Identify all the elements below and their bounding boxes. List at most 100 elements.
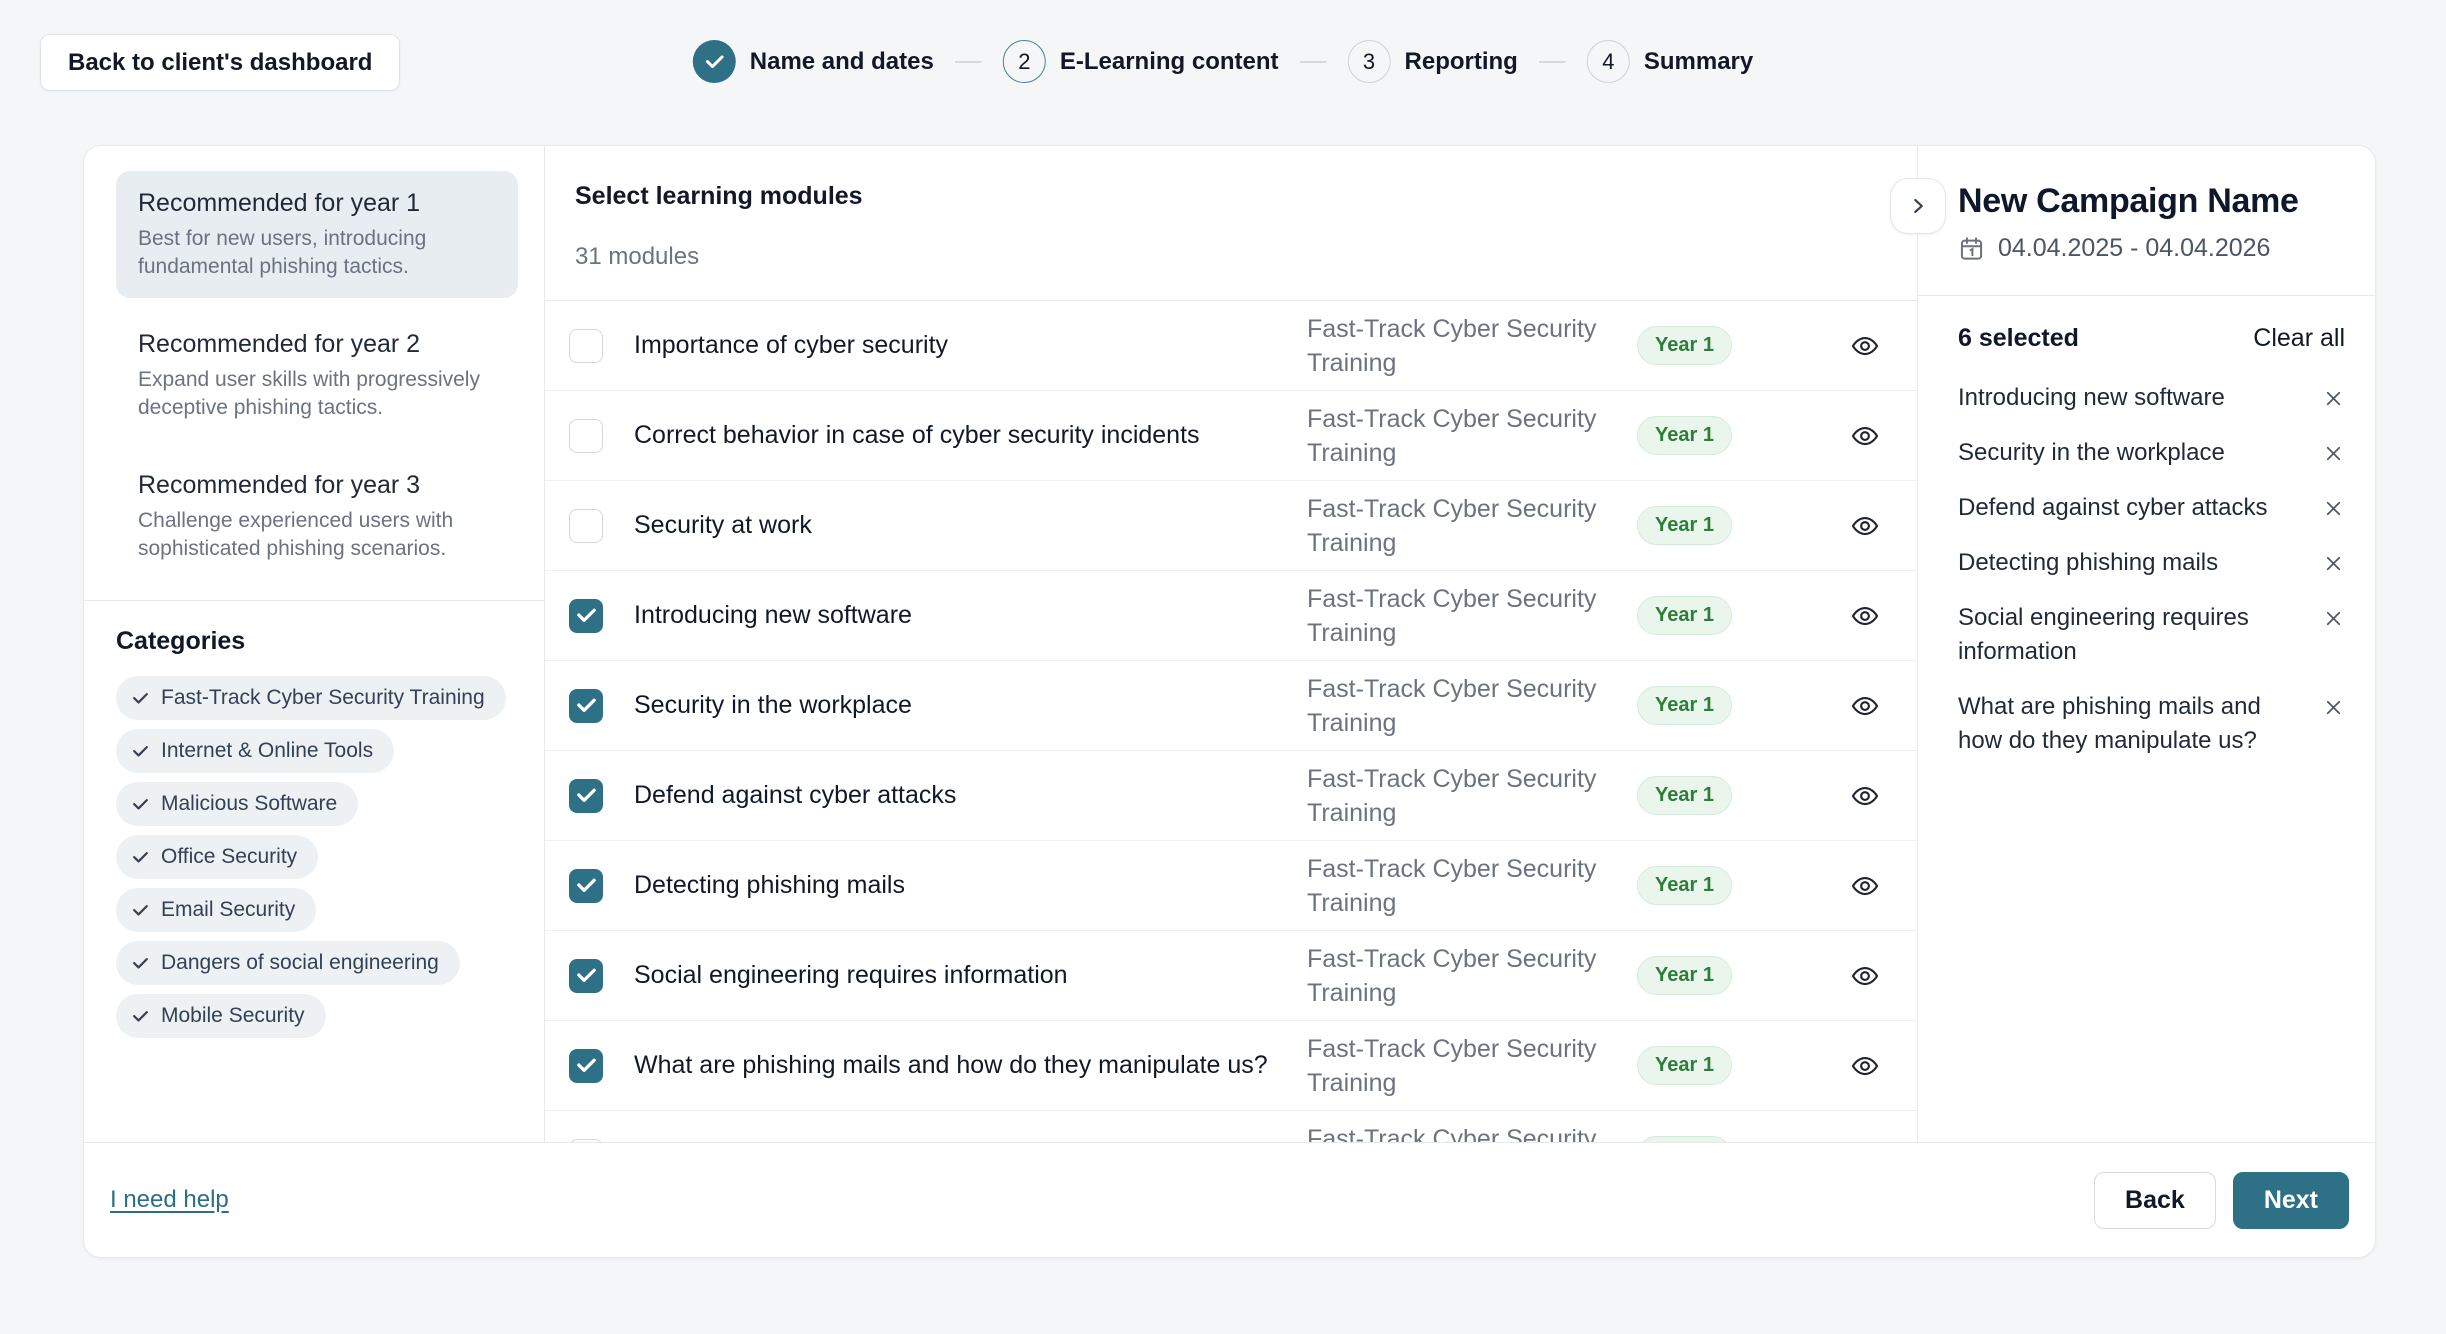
module-title: Social engineering requires information <box>634 961 1307 990</box>
wizard-stepper: Name and dates 2E-Learning content 3Report… <box>693 40 1753 83</box>
check-icon <box>131 742 150 761</box>
remove-module-icon[interactable] <box>2322 696 2345 724</box>
check-icon <box>131 689 150 708</box>
step-number: 4 <box>1587 40 1630 83</box>
step-label: Reporting <box>1405 48 1518 76</box>
category-chip-mobile-security[interactable]: Mobile Security <box>116 994 326 1038</box>
module-row: Defend against cyber attacksFast-Track C… <box>545 751 1917 841</box>
step-name-and-dates[interactable]: Name and dates <box>693 40 934 83</box>
remove-module-icon[interactable] <box>2322 552 2345 580</box>
selected-modules-section: 6 selected Clear all Introducing new sof… <box>1918 296 2375 779</box>
module-checkbox[interactable] <box>569 509 603 543</box>
module-checkbox[interactable] <box>569 329 603 363</box>
category-chip-label: Dangers of social engineering <box>161 951 439 975</box>
category-chip-malicious-software[interactable]: Malicious Software <box>116 782 358 826</box>
category-chip-email-security[interactable]: Email Security <box>116 888 316 932</box>
selected-module-title: Detecting phishing mails <box>1958 546 2310 580</box>
category-chip-list: Fast-Track Cyber Security Training Intern… <box>116 676 518 1038</box>
recommendation-recommended-for-year-3[interactable]: Recommended for year 3Challenge experien… <box>116 453 518 580</box>
selected-module-title: Defend against cyber attacks <box>1958 491 2310 525</box>
module-row: Correct behavior in case of cyber securi… <box>545 391 1917 481</box>
category-chip-internet-online-tools[interactable]: Internet & Online Tools <box>116 729 394 773</box>
module-badge-column: Year 1 <box>1637 506 1837 545</box>
module-checkbox[interactable] <box>569 689 603 723</box>
year-badge: Year 1 <box>1637 1046 1732 1085</box>
remove-module-icon[interactable] <box>2322 442 2345 470</box>
module-checkbox[interactable] <box>569 869 603 903</box>
recommendation-title: Recommended for year 2 <box>138 329 498 359</box>
preview-eye-icon[interactable] <box>1837 331 1893 361</box>
module-checkbox[interactable] <box>569 1049 603 1083</box>
category-chip-label: Fast-Track Cyber Security Training <box>161 686 485 710</box>
module-row: Security in the workplaceFast-Track Cybe… <box>545 661 1917 751</box>
step-label: E-Learning content <box>1060 48 1279 76</box>
year-badge: Year 1 <box>1637 596 1732 635</box>
remove-module-icon[interactable] <box>2322 387 2345 415</box>
campaign-setup-card: Recommended for year 1Best for new users… <box>83 145 2376 1258</box>
check-icon <box>131 1007 150 1026</box>
selected-header: 6 selected Clear all <box>1958 324 2345 353</box>
module-badge-column: Year 1 <box>1637 596 1837 635</box>
preview-eye-icon[interactable] <box>1837 961 1893 991</box>
selected-count: 6 selected <box>1958 324 2079 353</box>
module-checkbox[interactable] <box>569 419 603 453</box>
step-label: Summary <box>1644 48 1753 76</box>
module-title: Security at work <box>634 511 1307 540</box>
selected-module-list: Introducing new softwareSecurity in the … <box>1958 381 2345 758</box>
preview-eye-icon[interactable] <box>1837 421 1893 451</box>
module-list-panel: Select learning modules 31 modules Impor… <box>544 146 1918 1142</box>
module-row: Fast-Track Cyber Security TrainingYear 1 <box>545 1111 1917 1142</box>
module-course-name: Fast-Track Cyber Security Training <box>1307 492 1637 560</box>
recommendation-description: Challenge experienced users with sophist… <box>138 507 498 563</box>
collapse-panel-button[interactable] <box>1890 178 1946 234</box>
module-course-name: Fast-Track Cyber Security Training <box>1307 672 1637 740</box>
recommendation-recommended-for-year-1[interactable]: Recommended for year 1Best for new users… <box>116 171 518 298</box>
year-badge: Year 1 <box>1637 866 1732 905</box>
recommendations-sidebar: Recommended for year 1Best for new users… <box>84 146 544 1142</box>
back-button[interactable]: Back <box>2094 1172 2216 1229</box>
footer-actions: Back Next <box>2094 1172 2349 1229</box>
step-reporting[interactable]: 3Reporting <box>1348 40 1518 83</box>
year-badge: Year 1 <box>1637 956 1732 995</box>
selected-module-title: Security in the workplace <box>1958 436 2310 470</box>
summary-header: New Campaign Name 04.04.2025 - 04.04.202… <box>1918 146 2375 296</box>
preview-eye-icon[interactable] <box>1837 691 1893 721</box>
sidebar-divider <box>84 600 544 601</box>
preview-eye-icon[interactable] <box>1837 511 1893 541</box>
module-row: Introducing new softwareFast-Track Cyber… <box>545 571 1917 661</box>
category-chip-label: Email Security <box>161 898 295 922</box>
category-chip-label: Mobile Security <box>161 1004 305 1028</box>
remove-module-icon[interactable] <box>2322 497 2345 525</box>
recommendation-description: Expand user skills with progressively de… <box>138 366 498 422</box>
modules-count: 31 modules <box>575 243 1887 271</box>
step-summary[interactable]: 4 Summary <box>1587 40 1753 83</box>
module-rows: Importance of cyber securityFast-Track C… <box>545 301 1917 1142</box>
selected-module-title: What are phishing mails and how do they … <box>1958 690 2310 758</box>
category-chip-dangers-of-social-engineering[interactable]: Dangers of social engineering <box>116 941 460 985</box>
step-e-learning-content[interactable]: 2E-Learning content <box>1003 40 1279 83</box>
wizard-footer: I need help Back Next <box>84 1142 2375 1257</box>
check-icon <box>131 901 150 920</box>
preview-eye-icon[interactable] <box>1837 781 1893 811</box>
back-to-dashboard-button[interactable]: Back to client's dashboard <box>40 34 400 91</box>
category-chip-office-security[interactable]: Office Security <box>116 835 318 879</box>
preview-eye-icon[interactable] <box>1837 871 1893 901</box>
module-badge-column: Year 1 <box>1637 326 1837 365</box>
top-bar: Back to client's dashboard Name and date… <box>0 0 2446 145</box>
module-checkbox[interactable] <box>569 959 603 993</box>
module-checkbox[interactable] <box>569 779 603 813</box>
module-course-name: Fast-Track Cyber Security Training <box>1307 1032 1637 1100</box>
category-chip-label: Office Security <box>161 845 297 869</box>
recommendation-recommended-for-year-2[interactable]: Recommended for year 2 Expand user skills… <box>116 312 518 439</box>
category-chip-fast-track-cyber-security-training[interactable]: Fast-Track Cyber Security Training <box>116 676 506 720</box>
next-button[interactable]: Next <box>2233 1172 2349 1229</box>
help-link[interactable]: I need help <box>110 1186 229 1214</box>
campaign-name: New Campaign Name <box>1958 182 2345 221</box>
categories-title: Categories <box>116 627 518 656</box>
module-row: Security at workFast-Track Cyber Securit… <box>545 481 1917 571</box>
preview-eye-icon[interactable] <box>1837 1051 1893 1081</box>
preview-eye-icon[interactable] <box>1837 601 1893 631</box>
clear-all-button[interactable]: Clear all <box>2253 324 2345 353</box>
remove-module-icon[interactable] <box>2322 607 2345 635</box>
module-checkbox[interactable] <box>569 599 603 633</box>
